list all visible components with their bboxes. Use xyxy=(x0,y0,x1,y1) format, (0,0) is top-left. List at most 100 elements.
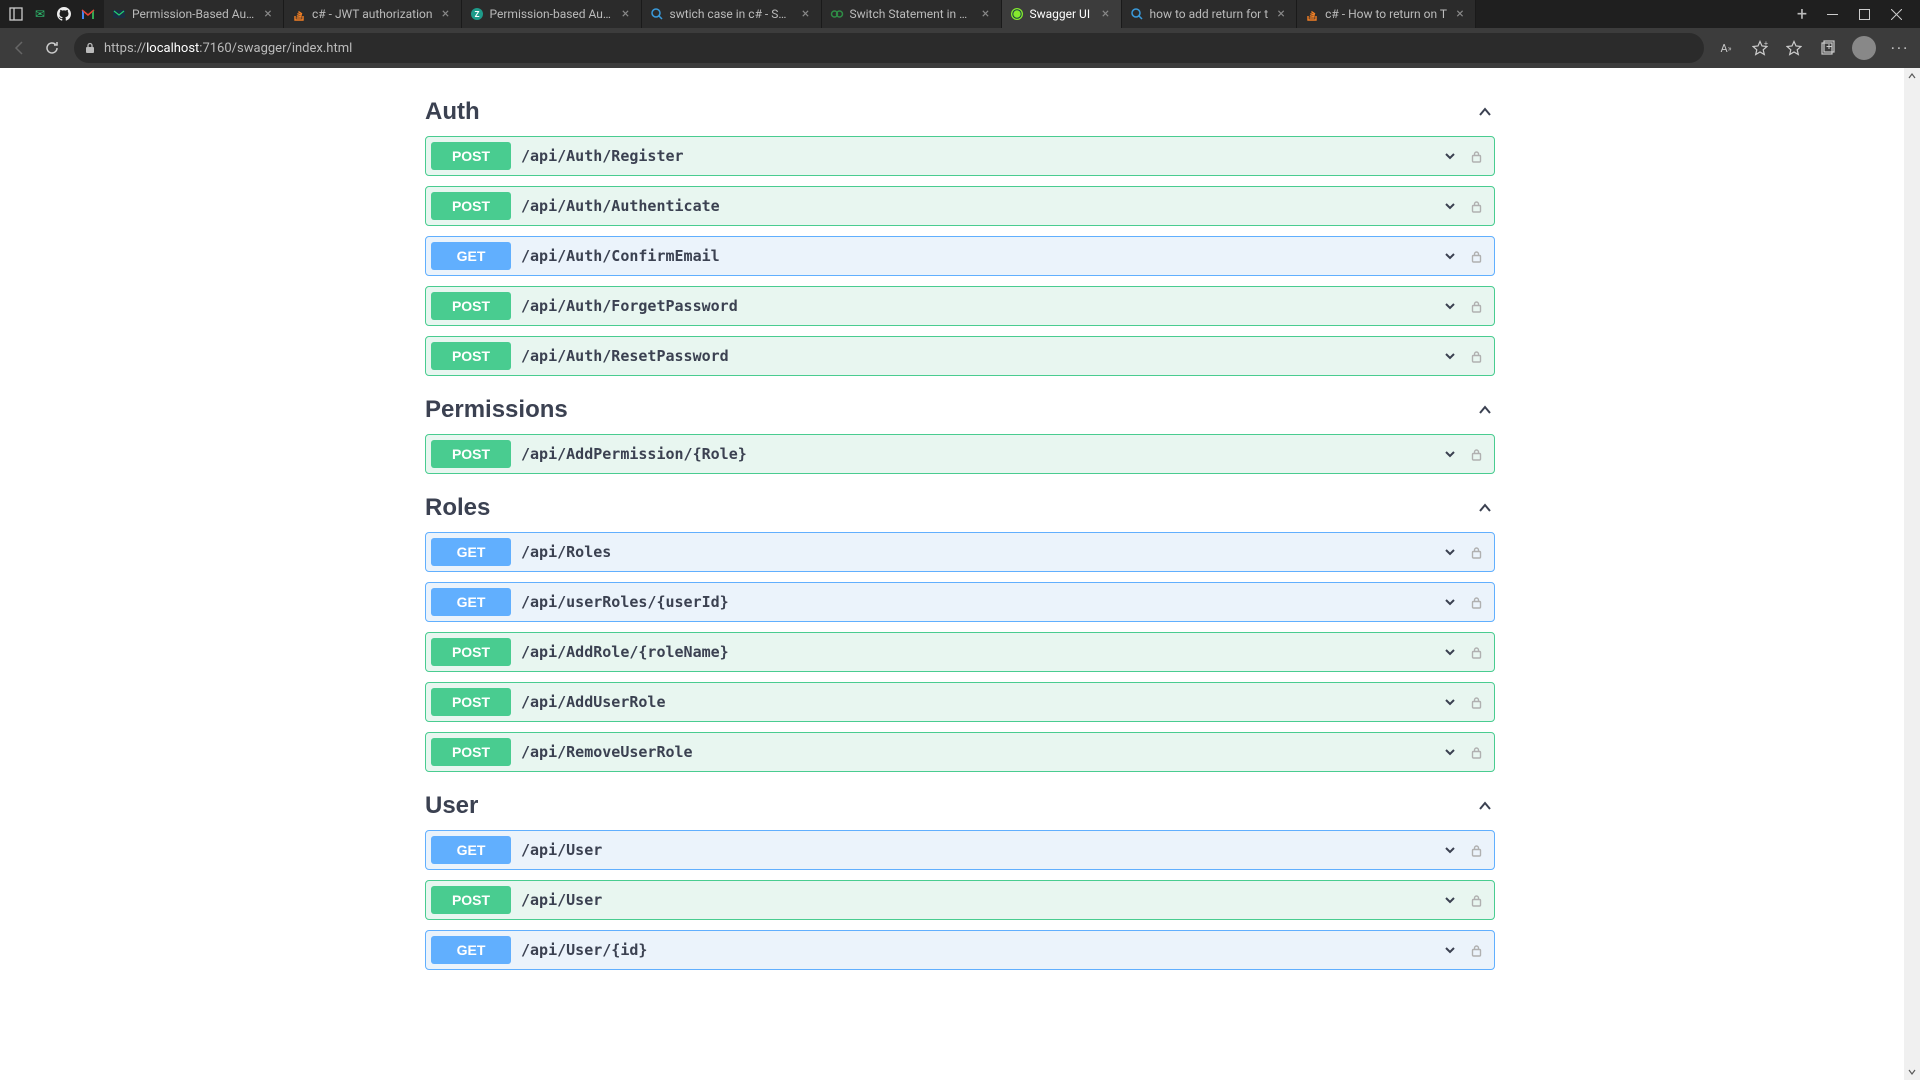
lock-icon[interactable] xyxy=(1469,300,1483,313)
chevron-down-icon[interactable] xyxy=(1441,299,1459,313)
lock-icon[interactable] xyxy=(1469,250,1483,263)
pinned-tab-github-icon[interactable] xyxy=(56,6,72,22)
swagger-operation[interactable]: GET/api/User xyxy=(425,830,1495,870)
lock-icon[interactable] xyxy=(1469,200,1483,213)
chevron-down-icon[interactable] xyxy=(1441,595,1459,609)
chevron-down-icon[interactable] xyxy=(1441,149,1459,163)
lock-icon[interactable] xyxy=(1469,646,1483,659)
scroll-up-arrow[interactable] xyxy=(1904,68,1920,84)
swagger-operation[interactable]: POST/api/AddRole/{roleName} xyxy=(425,632,1495,672)
browser-tab[interactable]: c# - How to return on T× xyxy=(1297,0,1476,28)
pinned-tab-mail-icon[interactable]: ✉ xyxy=(32,6,48,22)
operation-path: /api/AddPermission/{Role} xyxy=(521,445,1441,463)
tab-close-button[interactable]: × xyxy=(1453,7,1467,21)
swagger-operation[interactable]: POST/api/RemoveUserRole xyxy=(425,732,1495,772)
window-maximize-button[interactable] xyxy=(1856,9,1872,20)
svg-text:+: + xyxy=(1764,40,1768,48)
chevron-down-icon[interactable] xyxy=(1441,695,1459,709)
chevron-down-icon[interactable] xyxy=(1441,893,1459,907)
tab-actions-icon[interactable] xyxy=(8,6,24,22)
tab-close-button[interactable]: × xyxy=(799,7,813,21)
read-aloud-icon[interactable]: A» xyxy=(1716,38,1736,58)
browser-tab[interactable]: Permission-Based Auth× xyxy=(104,0,284,28)
chevron-down-icon[interactable] xyxy=(1441,843,1459,857)
tab-favicon-icon: Z xyxy=(470,7,484,21)
lock-icon[interactable] xyxy=(1469,746,1483,759)
swagger-operation[interactable]: GET/api/Auth/ConfirmEmail xyxy=(425,236,1495,276)
window-minimize-button[interactable] xyxy=(1824,9,1840,20)
tab-close-button[interactable]: × xyxy=(979,7,993,21)
vertical-scrollbar[interactable] xyxy=(1904,68,1920,1080)
collections-icon[interactable] xyxy=(1818,38,1838,58)
swagger-operation[interactable]: POST/api/Auth/Register xyxy=(425,136,1495,176)
nav-back-button[interactable] xyxy=(10,38,30,58)
operation-actions xyxy=(1441,595,1489,609)
svg-text:Z: Z xyxy=(474,10,479,19)
chevron-down-icon[interactable] xyxy=(1441,447,1459,461)
chevron-down-icon[interactable] xyxy=(1441,199,1459,213)
lock-icon[interactable] xyxy=(1469,350,1483,363)
swagger-operation[interactable]: GET/api/Roles xyxy=(425,532,1495,572)
swagger-operation[interactable]: POST/api/Auth/ResetPassword xyxy=(425,336,1495,376)
lock-icon[interactable] xyxy=(1469,150,1483,163)
tab-close-button[interactable]: × xyxy=(619,7,633,21)
swagger-operation[interactable]: POST/api/AddPermission/{Role} xyxy=(425,434,1495,474)
lock-icon[interactable] xyxy=(1469,844,1483,857)
swagger-operation[interactable]: POST/api/AddUserRole xyxy=(425,682,1495,722)
chevron-down-icon[interactable] xyxy=(1441,249,1459,263)
operation-path: /api/Auth/ConfirmEmail xyxy=(521,247,1441,265)
swagger-operation[interactable]: POST/api/Auth/ForgetPassword xyxy=(425,286,1495,326)
lock-icon[interactable] xyxy=(1469,944,1483,957)
chevron-down-icon[interactable] xyxy=(1441,645,1459,659)
swagger-tag-header[interactable]: Roles xyxy=(425,484,1495,532)
swagger-tag-header[interactable]: Permissions xyxy=(425,386,1495,434)
browser-tab[interactable]: Switch Statement in C#× xyxy=(822,0,1002,28)
lock-icon[interactable] xyxy=(1469,546,1483,559)
tab-favicon-icon xyxy=(1130,7,1144,21)
swagger-tag-name: Roles xyxy=(425,494,490,522)
operation-path: /api/userRoles/{userId} xyxy=(521,593,1441,611)
favorites-icon[interactable] xyxy=(1784,38,1804,58)
profile-avatar[interactable] xyxy=(1852,36,1876,60)
browser-tab[interactable]: ZPermission-based Auth× xyxy=(462,0,642,28)
browser-tab[interactable]: how to add return for t× xyxy=(1122,0,1298,28)
swagger-operation[interactable]: POST/api/User xyxy=(425,880,1495,920)
tab-favicon-icon xyxy=(112,7,126,21)
lock-icon[interactable] xyxy=(1469,696,1483,709)
operation-path: /api/AddRole/{roleName} xyxy=(521,643,1441,661)
http-method-badge: POST xyxy=(431,440,511,468)
url-suffix: :7160/swagger/index.html xyxy=(199,41,352,56)
swagger-tag-header[interactable]: Auth xyxy=(425,88,1495,136)
http-method-badge: POST xyxy=(431,142,511,170)
chevron-down-icon[interactable] xyxy=(1441,745,1459,759)
lock-icon[interactable] xyxy=(1469,448,1483,461)
browser-tab[interactable]: Swagger UI× xyxy=(1002,0,1122,28)
swagger-operation[interactable]: POST/api/Auth/Authenticate xyxy=(425,186,1495,226)
chevron-down-icon[interactable] xyxy=(1441,545,1459,559)
operation-actions xyxy=(1441,299,1489,313)
browser-tab[interactable]: swtich case in c# - Sear× xyxy=(642,0,822,28)
tab-close-button[interactable]: × xyxy=(261,7,275,21)
settings-menu-icon[interactable]: ··· xyxy=(1890,38,1910,58)
pinned-tab-gmail-icon[interactable] xyxy=(80,6,96,22)
lock-icon[interactable] xyxy=(1469,894,1483,907)
chevron-down-icon[interactable] xyxy=(1441,349,1459,363)
swagger-tag-header[interactable]: User xyxy=(425,782,1495,830)
tab-close-button[interactable]: × xyxy=(1099,7,1113,21)
operation-path: /api/User/{id} xyxy=(521,941,1441,959)
site-info-lock-icon[interactable] xyxy=(84,42,96,54)
window-close-button[interactable] xyxy=(1888,9,1904,20)
lock-icon[interactable] xyxy=(1469,596,1483,609)
browser-tab[interactable]: c# - JWT authorization× xyxy=(284,0,462,28)
tab-close-button[interactable]: × xyxy=(439,7,453,21)
favorites-star-icon[interactable]: + xyxy=(1750,38,1770,58)
scroll-down-arrow[interactable] xyxy=(1904,1064,1920,1080)
nav-refresh-button[interactable] xyxy=(42,38,62,58)
swagger-operation[interactable]: GET/api/User/{id} xyxy=(425,930,1495,970)
new-tab-button[interactable]: + xyxy=(1788,0,1816,28)
swagger-operation[interactable]: GET/api/userRoles/{userId} xyxy=(425,582,1495,622)
tab-close-button[interactable]: × xyxy=(1274,7,1288,21)
address-input[interactable]: https://localhost:7160/swagger/index.htm… xyxy=(74,33,1704,63)
operation-path: /api/Auth/ResetPassword xyxy=(521,347,1441,365)
chevron-down-icon[interactable] xyxy=(1441,943,1459,957)
